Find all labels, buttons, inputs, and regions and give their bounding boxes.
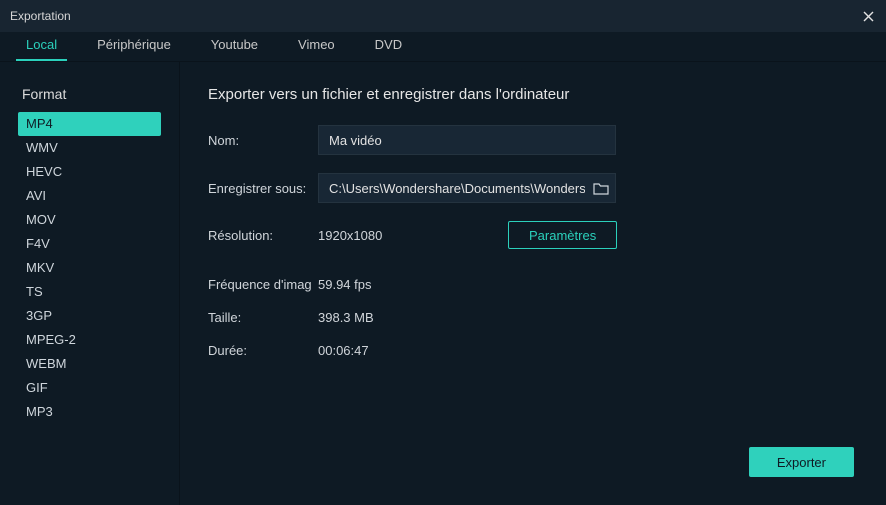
footer: Exporter xyxy=(749,447,854,477)
format-item-mov[interactable]: MOV xyxy=(18,208,161,232)
format-item-ts[interactable]: TS xyxy=(18,280,161,304)
resolution-value: 1920x1080 xyxy=(318,228,508,243)
format-item-mpeg-2[interactable]: MPEG-2 xyxy=(18,328,161,352)
size-value: 398.3 MB xyxy=(318,310,374,325)
resolution-label: Résolution: xyxy=(208,228,318,243)
format-heading: Format xyxy=(18,86,161,102)
window-title: Exportation xyxy=(10,9,71,23)
format-item-hevc[interactable]: HEVC xyxy=(18,160,161,184)
name-input[interactable] xyxy=(318,125,616,155)
tab-périphérique[interactable]: Périphérique xyxy=(87,30,181,61)
main-heading: Exporter vers un fichier et enregistrer … xyxy=(208,86,858,103)
sidebar: Format MP4WMVHEVCAVIMOVF4VMKVTS3GPMPEG-2… xyxy=(0,62,180,505)
size-label: Taille: xyxy=(208,310,318,325)
row-name: Nom: xyxy=(208,125,858,155)
row-size: Taille: 398.3 MB xyxy=(208,310,858,325)
framerate-label: Fréquence d'imag xyxy=(208,277,318,292)
settings-button[interactable]: Paramètres xyxy=(508,221,617,249)
titlebar: Exportation xyxy=(0,0,886,32)
framerate-value: 59.94 fps xyxy=(318,277,372,292)
duration-label: Durée: xyxy=(208,343,318,358)
body: Format MP4WMVHEVCAVIMOVF4VMKVTS3GPMPEG-2… xyxy=(0,62,886,505)
row-duration: Durée: 00:06:47 xyxy=(208,343,858,358)
tab-youtube[interactable]: Youtube xyxy=(201,30,268,61)
folder-icon[interactable] xyxy=(592,179,610,197)
close-icon[interactable] xyxy=(858,6,878,26)
name-label: Nom: xyxy=(208,133,318,148)
export-tabs: Local Périphérique Youtube Vimeo DVD xyxy=(0,32,886,62)
tab-dvd[interactable]: DVD xyxy=(365,30,412,61)
row-framerate: Fréquence d'imag 59.94 fps xyxy=(208,277,858,292)
duration-value: 00:06:47 xyxy=(318,343,369,358)
export-button[interactable]: Exporter xyxy=(749,447,854,477)
save-path-wrap xyxy=(318,173,616,203)
format-item-webm[interactable]: WEBM xyxy=(18,352,161,376)
save-label: Enregistrer sous: xyxy=(208,181,318,196)
format-item-mp3[interactable]: MP3 xyxy=(18,400,161,424)
format-item-f4v[interactable]: F4V xyxy=(18,232,161,256)
tab-vimeo[interactable]: Vimeo xyxy=(288,30,345,61)
tab-local[interactable]: Local xyxy=(16,30,67,61)
format-item-avi[interactable]: AVI xyxy=(18,184,161,208)
format-item-mkv[interactable]: MKV xyxy=(18,256,161,280)
save-path-input[interactable] xyxy=(318,173,616,203)
main-pane: Exporter vers un fichier et enregistrer … xyxy=(180,62,886,505)
format-item-wmv[interactable]: WMV xyxy=(18,136,161,160)
format-list: MP4WMVHEVCAVIMOVF4VMKVTS3GPMPEG-2WEBMGIF… xyxy=(18,112,161,424)
row-resolution: Résolution: 1920x1080 Paramètres xyxy=(208,221,858,249)
row-save: Enregistrer sous: xyxy=(208,173,858,203)
format-item-mp4[interactable]: MP4 xyxy=(18,112,161,136)
format-item-3gp[interactable]: 3GP xyxy=(18,304,161,328)
format-item-gif[interactable]: GIF xyxy=(18,376,161,400)
